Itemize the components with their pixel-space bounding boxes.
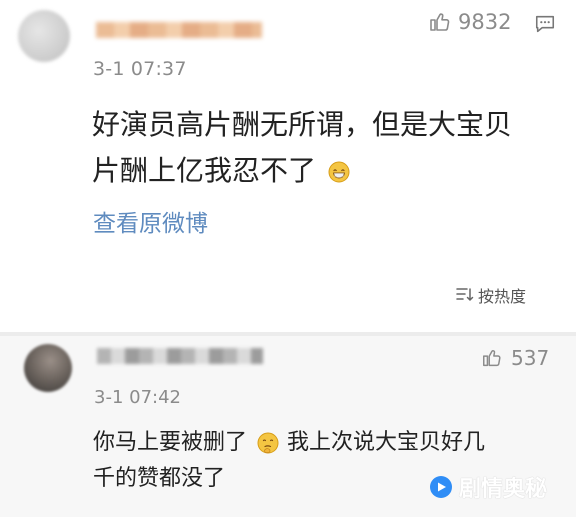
- like-button[interactable]: 537: [481, 346, 549, 370]
- view-original-weibo-link[interactable]: 查看原微博: [93, 204, 208, 238]
- comment-line-1-part-1: 你马上要被删了: [93, 430, 248, 455]
- sort-label: 按热度: [478, 287, 527, 306]
- comment-text: 好演员高片酬无所谓，但是大宝贝 片酬上亿我忍不了: [92, 102, 532, 194]
- play-logo-icon: [430, 476, 452, 498]
- watermark: 剧情奥秘: [429, 471, 547, 503]
- thinking-emoji-icon: [257, 432, 279, 454]
- comment-line-1: 好演员高片酬无所谓，但是大宝贝: [92, 108, 513, 141]
- username-blurred[interactable]: [96, 22, 262, 38]
- grin-emoji-icon: [328, 161, 350, 183]
- comment-timestamp: 3-1 07:37: [93, 58, 187, 80]
- comment-thread: 3-1 07:37 9832 好演员高片酬无所谓，但是大宝贝 片酬上亿我忍不了: [0, 0, 576, 517]
- thumbs-up-icon: [430, 13, 450, 31]
- comment-line-2: 片酬上亿我忍不了: [92, 148, 532, 194]
- watermark-text: 剧情奥秘: [459, 477, 548, 502]
- comment-line-2-text: 片酬上亿我忍不了: [92, 154, 317, 187]
- avatar[interactable]: [18, 10, 70, 62]
- like-button[interactable]: 9832: [428, 10, 511, 34]
- like-count: 537: [511, 346, 550, 370]
- avatar[interactable]: [24, 344, 72, 392]
- sort-icon: [456, 288, 474, 301]
- comment-timestamp: 3-1 07:42: [94, 387, 181, 408]
- sort-by-hot-button[interactable]: 按热度: [454, 283, 526, 307]
- comment-card-primary: 3-1 07:37 9832 好演员高片酬无所谓，但是大宝贝 片酬上亿我忍不了: [0, 0, 576, 332]
- username-blurred[interactable]: [97, 348, 263, 364]
- comment-line-1-part-2: 我上次说大宝贝好几: [287, 430, 486, 455]
- comment-line-1: 你马上要被删了 我上次说大宝贝好几: [93, 425, 553, 461]
- like-count: 9832: [458, 10, 512, 34]
- thumbs-up-icon: [483, 350, 501, 367]
- comment-icon[interactable]: [534, 13, 556, 35]
